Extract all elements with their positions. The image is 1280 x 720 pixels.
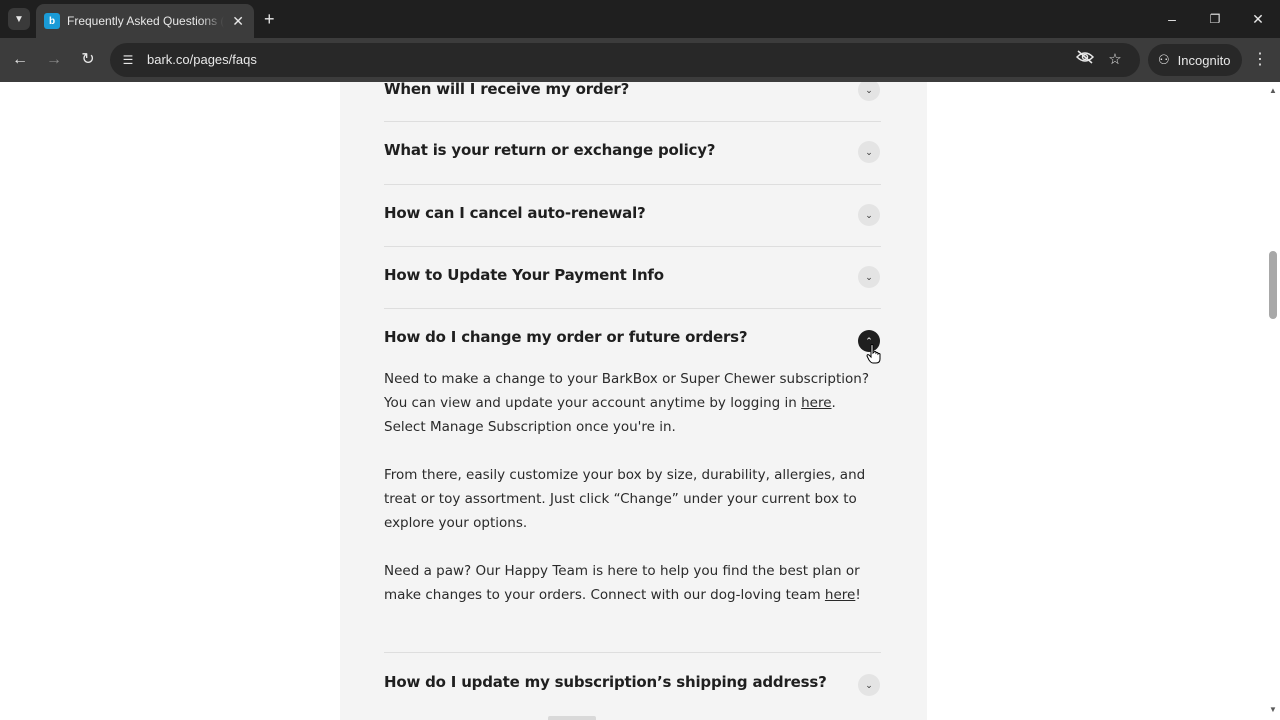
answer-paragraph: From there, easily customize your box by… [384,467,866,531]
forward-arrow-icon[interactable]: → [43,49,65,71]
scroll-down-arrow-icon[interactable]: ▼ [1268,705,1278,714]
new-tab-plus-icon[interactable]: + [264,9,275,29]
chevron-down-icon[interactable]: ⌄ [858,674,880,696]
scroll-up-arrow-icon[interactable]: ▲ [1268,86,1278,95]
restore-window-icon[interactable]: ❐ [1205,9,1225,29]
chevron-down-icon[interactable]: ⌄ [858,204,880,226]
close-tab-icon[interactable]: ✕ [230,13,246,30]
bark-favicon-icon: b [44,13,60,29]
chevron-down-icon[interactable]: ⌄ [858,82,880,101]
address-bar[interactable]: ☰ bark.co/pages/faqs ☆ [110,43,1140,77]
answer-paragraph: Need to make a change to your BarkBox or… [384,367,874,439]
faq-item[interactable]: How to Update Your Payment Info ⌄ [384,247,881,309]
hand-pointer-cursor-icon [866,344,881,364]
scrollbar-thumb[interactable] [1269,251,1277,319]
bottom-scroll-hint [548,716,596,720]
site-info-tune-icon[interactable]: ☰ [120,52,136,68]
eye-off-icon[interactable] [1075,50,1095,70]
faq-item[interactable]: When will I receive my order? ⌄ [384,82,881,122]
faq-item[interactable]: How do I update my subscription’s shippi… [384,653,881,720]
answer-text: Need to make a change to your BarkBox or… [384,371,870,411]
answer-paragraph: Need a paw? Our Happy Team is here to he… [384,559,874,607]
browser-tab-active[interactable]: b Frequently Asked Questions (FAQs) ✕ [36,4,254,38]
reload-icon[interactable]: ↻ [77,49,99,71]
answer-text: ! [855,587,861,603]
faq-question[interactable]: How do I change my order or future order… [384,328,748,346]
incognito-label: Incognito [1177,52,1231,68]
faq-answer: Need to make a change to your BarkBox or… [384,367,874,631]
url-text[interactable]: bark.co/pages/faqs [147,52,257,67]
faq-panel: When will I receive my order? ⌄ What is … [340,82,927,720]
tab-search-chevron-down-icon[interactable]: ▼ [8,8,30,30]
login-link[interactable]: here [801,395,831,411]
answer-text: Need a paw? Our Happy Team is here to he… [384,563,860,603]
browser-tab-bar: ▼ b Frequently Asked Questions (FAQs) ✕ … [0,0,1280,38]
page-scrollbar[interactable] [1266,82,1280,720]
tab-title: Frequently Asked Questions (FAQs) [67,14,225,28]
faq-question[interactable]: How do I update my subscription’s shippi… [384,673,827,691]
kebab-menu-icon[interactable]: ⋮ [1250,49,1270,71]
minimize-window-icon[interactable]: – [1162,9,1182,29]
faq-question[interactable]: How to Update Your Payment Info [384,266,664,284]
faq-item[interactable]: How can I cancel auto-renewal? ⌄ [384,185,881,247]
incognito-indicator[interactable]: ⚇ Incognito [1148,44,1242,76]
faq-question[interactable]: What is your return or exchange policy? [384,141,716,159]
back-arrow-icon[interactable]: ← [9,49,31,71]
incognito-icon: ⚇ [1158,52,1170,67]
chevron-down-icon[interactable]: ⌄ [858,266,880,288]
browser-toolbar: ← → ↻ ☰ bark.co/pages/faqs ☆ ⚇ Incognito… [0,38,1280,82]
chevron-down-icon[interactable]: ⌄ [858,141,880,163]
faq-item[interactable]: What is your return or exchange policy? … [384,122,881,185]
bookmark-star-icon[interactable]: ☆ [1105,50,1125,70]
page-viewport: When will I receive my order? ⌄ What is … [0,82,1280,720]
close-window-icon[interactable]: ✕ [1248,9,1268,29]
faq-question[interactable]: When will I receive my order? [384,82,629,98]
eye-off-icon-svg [1075,50,1095,64]
contact-team-link[interactable]: here [825,587,855,603]
faq-question[interactable]: How can I cancel auto-renewal? [384,204,646,222]
